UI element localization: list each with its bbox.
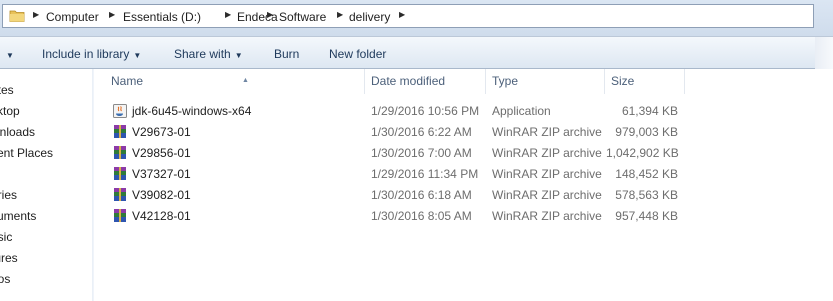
breadcrumb-arrow[interactable]: ▶: [109, 10, 115, 19]
file-row[interactable]: jdk-6u45-windows-x64 1/29/2016 10:56 PM …: [94, 101, 684, 122]
file-type: WinRAR ZIP archive: [492, 167, 602, 181]
file-name: V37327-01: [132, 167, 191, 181]
column-header-type[interactable]: Type: [486, 69, 605, 94]
winrar-archive-icon: [114, 146, 126, 159]
file-type: Application: [492, 104, 551, 118]
file-size: 61,394 KB: [621, 104, 678, 118]
file-date: 1/29/2016 10:56 PM: [371, 104, 480, 118]
file-row[interactable]: V37327-01 1/29/2016 11:34 PM WinRAR ZIP …: [94, 164, 684, 185]
column-header-name[interactable]: Name ▲: [105, 69, 365, 94]
new-folder-button[interactable]: New folder: [329, 47, 386, 61]
breadcrumb-arrow[interactable]: ▶: [399, 10, 405, 19]
java-installer-icon: [113, 104, 127, 118]
file-type: WinRAR ZIP archive: [492, 146, 602, 160]
scrollbar-stub: [815, 37, 833, 69]
navigation-pane: rites sktop wnloads cent Places aries cu…: [0, 69, 92, 301]
chevron-down-icon: ▼: [133, 51, 142, 60]
address-bar-area: ▶ Computer ▶ Essentials (D:) ▶ Endeca ▶ …: [0, 0, 833, 36]
file-date: 1/30/2016 8:05 AM: [371, 209, 472, 223]
breadcrumb-arrow[interactable]: ▶: [267, 10, 273, 19]
file-type: WinRAR ZIP archive: [492, 188, 602, 202]
sort-ascending-icon: ▲: [242, 77, 249, 84]
breadcrumb-essentials[interactable]: Essentials (D:): [123, 10, 201, 24]
breadcrumb-arrow[interactable]: ▶: [33, 10, 39, 19]
file-date: 1/30/2016 6:18 AM: [371, 188, 472, 202]
file-date: 1/30/2016 7:00 AM: [371, 146, 472, 160]
file-size: 148,452 KB: [615, 167, 678, 181]
file-date: 1/30/2016 6:22 AM: [371, 125, 472, 139]
file-row[interactable]: V42128-01 1/30/2016 8:05 AM WinRAR ZIP a…: [94, 206, 684, 227]
include-in-library-label: Include in library: [42, 47, 130, 61]
chevron-down-icon: ▼: [234, 51, 243, 60]
file-name: V29856-01: [132, 146, 191, 160]
breadcrumb-computer[interactable]: Computer: [46, 10, 99, 24]
address-bar[interactable]: ▶ Computer ▶ Essentials (D:) ▶ Endeca ▶ …: [2, 4, 814, 28]
nav-item-recent-places[interactable]: cent Places: [0, 146, 62, 160]
breadcrumb-arrow[interactable]: ▶: [337, 10, 343, 19]
file-name: V42128-01: [132, 209, 191, 223]
winrar-archive-icon: [114, 188, 126, 201]
file-size: 1,042,902 KB: [606, 146, 679, 160]
file-size: 578,563 KB: [615, 188, 678, 202]
file-row[interactable]: V39082-01 1/30/2016 6:18 AM WinRAR ZIP a…: [94, 185, 684, 206]
file-size: 979,003 KB: [615, 125, 678, 139]
nav-item-videos[interactable]: eos: [0, 272, 19, 286]
nav-item-libraries[interactable]: aries: [0, 188, 26, 202]
column-header-date-modified[interactable]: Date modified: [365, 69, 486, 94]
breadcrumb-software[interactable]: Software: [279, 10, 326, 24]
nav-item-pictures[interactable]: tures: [0, 251, 27, 265]
file-name: V29673-01: [132, 125, 191, 139]
command-bar: ▼ Include in library ▼ Share with ▼ Burn N…: [0, 36, 833, 69]
file-row[interactable]: V29673-01 1/30/2016 6:22 AM WinRAR ZIP a…: [94, 122, 684, 143]
burn-button[interactable]: Burn: [274, 47, 299, 61]
file-name: jdk-6u45-windows-x64: [132, 104, 252, 118]
include-in-library-button[interactable]: Include in library ▼: [42, 47, 141, 61]
file-row[interactable]: V29856-01 1/30/2016 7:00 AM WinRAR ZIP a…: [94, 143, 684, 164]
winrar-archive-icon: [114, 167, 126, 180]
file-type: WinRAR ZIP archive: [492, 125, 602, 139]
file-list: Name ▲ Date modified Type Size jdk-6u45-…: [94, 69, 833, 301]
organize-menu-caret[interactable]: ▼: [2, 47, 14, 61]
winrar-archive-icon: [114, 209, 126, 222]
nav-item-music[interactable]: usic: [0, 230, 21, 244]
file-type: WinRAR ZIP archive: [492, 209, 602, 223]
share-with-button[interactable]: Share with ▼: [174, 47, 243, 61]
column-header-size[interactable]: Size: [605, 69, 685, 94]
breadcrumb-delivery[interactable]: delivery: [349, 10, 390, 24]
nav-item-documents[interactable]: cuments: [0, 209, 45, 223]
share-with-label: Share with: [174, 47, 231, 61]
nav-item-desktop[interactable]: sktop: [0, 104, 29, 118]
file-size: 957,448 KB: [615, 209, 678, 223]
file-date: 1/29/2016 11:34 PM: [371, 167, 479, 181]
nav-item-favorites[interactable]: rites: [0, 83, 23, 97]
breadcrumb-arrow[interactable]: ▶: [225, 10, 231, 19]
file-name: V39082-01: [132, 188, 191, 202]
winrar-archive-icon: [114, 125, 126, 138]
nav-item-downloads[interactable]: wnloads: [0, 125, 44, 139]
folder-icon: [9, 10, 25, 22]
